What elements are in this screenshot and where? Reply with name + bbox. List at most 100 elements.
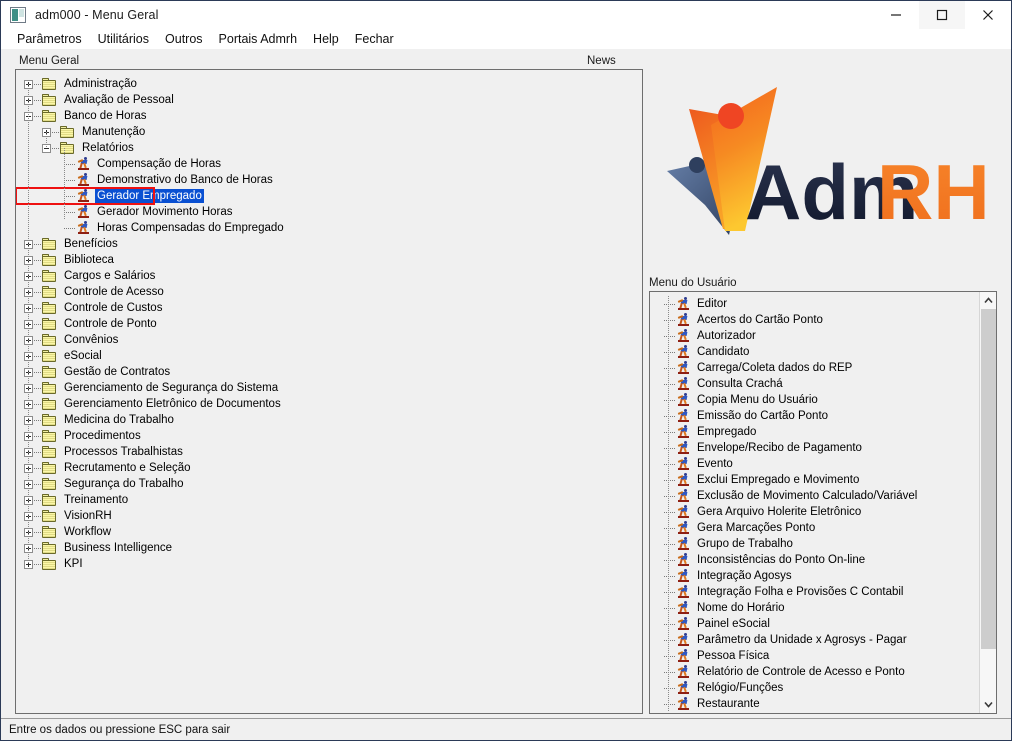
scroll-down-button[interactable] xyxy=(980,696,996,713)
usermenu-list-item[interactable]: Candidato xyxy=(650,344,979,360)
list-connector xyxy=(664,303,676,305)
list-connector xyxy=(664,543,676,545)
usermenu-list-item[interactable]: Gera Marcações Ponto xyxy=(650,520,979,536)
menu-item-portais-admrh[interactable]: Portais Admrh xyxy=(211,31,306,47)
tree-folder-node[interactable]: Biblioteca xyxy=(16,252,642,268)
tree-folder-node[interactable]: eSocial xyxy=(16,348,642,364)
tree-folder-node[interactable]: Controle de Acesso xyxy=(16,284,642,300)
usermenu-list-item[interactable]: Restaurante xyxy=(650,696,979,712)
tree-folder-node[interactable]: Administração xyxy=(16,76,642,92)
usermenu-list-item[interactable]: Consulta Crachá xyxy=(650,376,979,392)
folder-icon xyxy=(42,93,58,107)
menu-item-parametros[interactable]: Parâmetros xyxy=(9,31,90,47)
usermenu-list-item[interactable]: Gera Arquivo Holerite Eletrônico xyxy=(650,504,979,520)
menu-geral-tree-panel[interactable]: Administração Avaliação de Pessoal Banco d… xyxy=(15,69,643,714)
tree-folder-node[interactable]: Gestão de Contratos xyxy=(16,364,642,380)
tree-leaf-node[interactable]: Gerador Empregado xyxy=(16,187,204,205)
tree-folder-node[interactable]: Workflow xyxy=(16,524,642,540)
scrollbar-thumb[interactable] xyxy=(981,309,996,649)
tree-folder-node[interactable]: VisionRH xyxy=(16,508,642,524)
tree-folder-node[interactable]: Recrutamento e Seleção xyxy=(16,460,642,476)
tree-folder-node[interactable]: Cargos e Salários xyxy=(16,268,642,284)
usermenu-list-item[interactable]: Pessoa Física xyxy=(650,648,979,664)
tree-leaf-node[interactable]: Demonstrativo do Banco de Horas xyxy=(16,172,642,188)
menu-item-help[interactable]: Help xyxy=(305,31,347,47)
usermenu-list-item[interactable]: Acertos do Cartão Ponto xyxy=(650,312,979,328)
list-connector xyxy=(664,447,676,449)
tree-folder-node[interactable]: Treinamento xyxy=(16,492,642,508)
menu-item-outros[interactable]: Outros xyxy=(157,31,211,47)
folder-icon xyxy=(42,557,58,571)
tree-connector xyxy=(34,371,41,373)
tree-node-label: Biblioteca xyxy=(64,254,114,266)
usermenu-list-item[interactable]: Inconsistências do Ponto On-line xyxy=(650,552,979,568)
usermenu-vertical-scrollbar[interactable] xyxy=(979,292,996,713)
usermenu-list-item[interactable]: Grupo de Trabalho xyxy=(650,536,979,552)
status-bar: Entre os dados ou pressione ESC para sai… xyxy=(1,718,1011,740)
list-connector xyxy=(664,687,676,689)
tree-folder-node[interactable]: Gerenciamento de Segurança do Sistema xyxy=(16,380,642,396)
usermenu-list-item[interactable]: Relógio/Funções xyxy=(650,680,979,696)
tree-folder-node[interactable]: Controle de Ponto xyxy=(16,316,642,332)
usermenu-list-item[interactable]: Parâmetro da Unidade x Agrosys - Pagar xyxy=(650,632,979,648)
list-indent xyxy=(650,616,664,632)
usermenu-list-item[interactable]: Empregado xyxy=(650,424,979,440)
window-title: adm000 - Menu Geral xyxy=(35,8,159,22)
tree-folder-node[interactable]: Segurança do Trabalho xyxy=(16,476,642,492)
usermenu-list-item[interactable]: Nome do Horário xyxy=(650,600,979,616)
tree-folder-node[interactable]: Gerenciamento Eletrônico de Documentos xyxy=(16,396,642,412)
usermenu-list-item[interactable]: Evento xyxy=(650,456,979,472)
scroll-up-button[interactable] xyxy=(980,292,996,309)
usermenu-list-item[interactable]: Copia Menu do Usuário xyxy=(650,392,979,408)
program-item-icon xyxy=(677,393,691,407)
usermenu-list-item[interactable]: Relatório de Controle de Acesso e Ponto xyxy=(650,664,979,680)
tree-folder-node[interactable]: Manutenção xyxy=(16,124,642,140)
usermenu-list-item[interactable]: Exclusão de Movimento Calculado/Variável xyxy=(650,488,979,504)
tree-leaf-node[interactable]: Horas Compensadas do Empregado xyxy=(16,220,642,236)
menu-item-utilitarios[interactable]: Utilitários xyxy=(90,31,157,47)
usermenu-list-item[interactable]: Integração Agosys xyxy=(650,568,979,584)
tree-folder-node[interactable]: Business Intelligence xyxy=(16,540,642,556)
maximize-button[interactable] xyxy=(919,1,965,29)
tree-node-label: Avaliação de Pessoal xyxy=(64,94,174,106)
program-item-icon xyxy=(677,297,691,311)
usermenu-list-item[interactable]: Exclui Empregado e Movimento xyxy=(650,472,979,488)
tree-folder-node[interactable]: Medicina do Trabalho xyxy=(16,412,642,428)
usermenu-list-item[interactable]: Emissão do Cartão Ponto xyxy=(650,408,979,424)
minimize-button[interactable] xyxy=(873,1,919,29)
tree-leaf-node[interactable]: Compensação de Horas xyxy=(16,156,642,172)
folder-icon xyxy=(42,413,58,427)
tree-folder-node[interactable]: Avaliação de Pessoal xyxy=(16,92,642,108)
folder-icon xyxy=(42,525,58,539)
usermenu-list-item[interactable]: Integração Folha e Provisões C Contabil xyxy=(650,584,979,600)
close-icon xyxy=(983,10,993,20)
usermenu-list-item[interactable]: Carrega/Coleta dados do REP xyxy=(650,360,979,376)
menu-do-usuario-panel[interactable]: Editor Acertos do Cartão Ponto Autorizador… xyxy=(649,291,997,714)
tree-folder-node[interactable]: Processos Trabalhistas xyxy=(16,444,642,460)
program-item-icon xyxy=(677,505,691,519)
tree-folder-node[interactable]: Relatórios xyxy=(16,140,642,156)
tree-folder-node[interactable]: Controle de Custos xyxy=(16,300,642,316)
list-connector xyxy=(664,639,676,641)
tree-connector xyxy=(34,355,41,357)
menu-item-fechar[interactable]: Fechar xyxy=(347,31,402,47)
menu-bar: Parâmetros Utilitários Outros Portais Ad… xyxy=(1,29,1011,49)
tree-folder-node[interactable]: Convênios xyxy=(16,332,642,348)
usermenu-list-item[interactable]: Painel eSocial xyxy=(650,616,979,632)
tree-folder-node[interactable]: Banco de Horas xyxy=(16,108,642,124)
tree-folder-node[interactable]: Procedimentos xyxy=(16,428,642,444)
tree-folder-node[interactable]: KPI xyxy=(16,556,642,572)
usermenu-list-item[interactable]: Editor xyxy=(650,296,979,312)
tree-folder-node[interactable]: Benefícios xyxy=(16,236,642,252)
usermenu-list-item[interactable]: Autorizador xyxy=(650,328,979,344)
tree-leaf-node[interactable]: Gerador Movimento Horas xyxy=(16,204,642,220)
tree-node-label: KPI xyxy=(64,558,83,570)
usermenu-list-item[interactable]: Envelope/Recibo de Pagamento xyxy=(650,440,979,456)
folder-icon xyxy=(60,125,76,139)
list-connector xyxy=(664,591,676,593)
list-connector xyxy=(664,415,676,417)
program-item-icon xyxy=(677,441,691,455)
close-button[interactable] xyxy=(965,1,1011,29)
